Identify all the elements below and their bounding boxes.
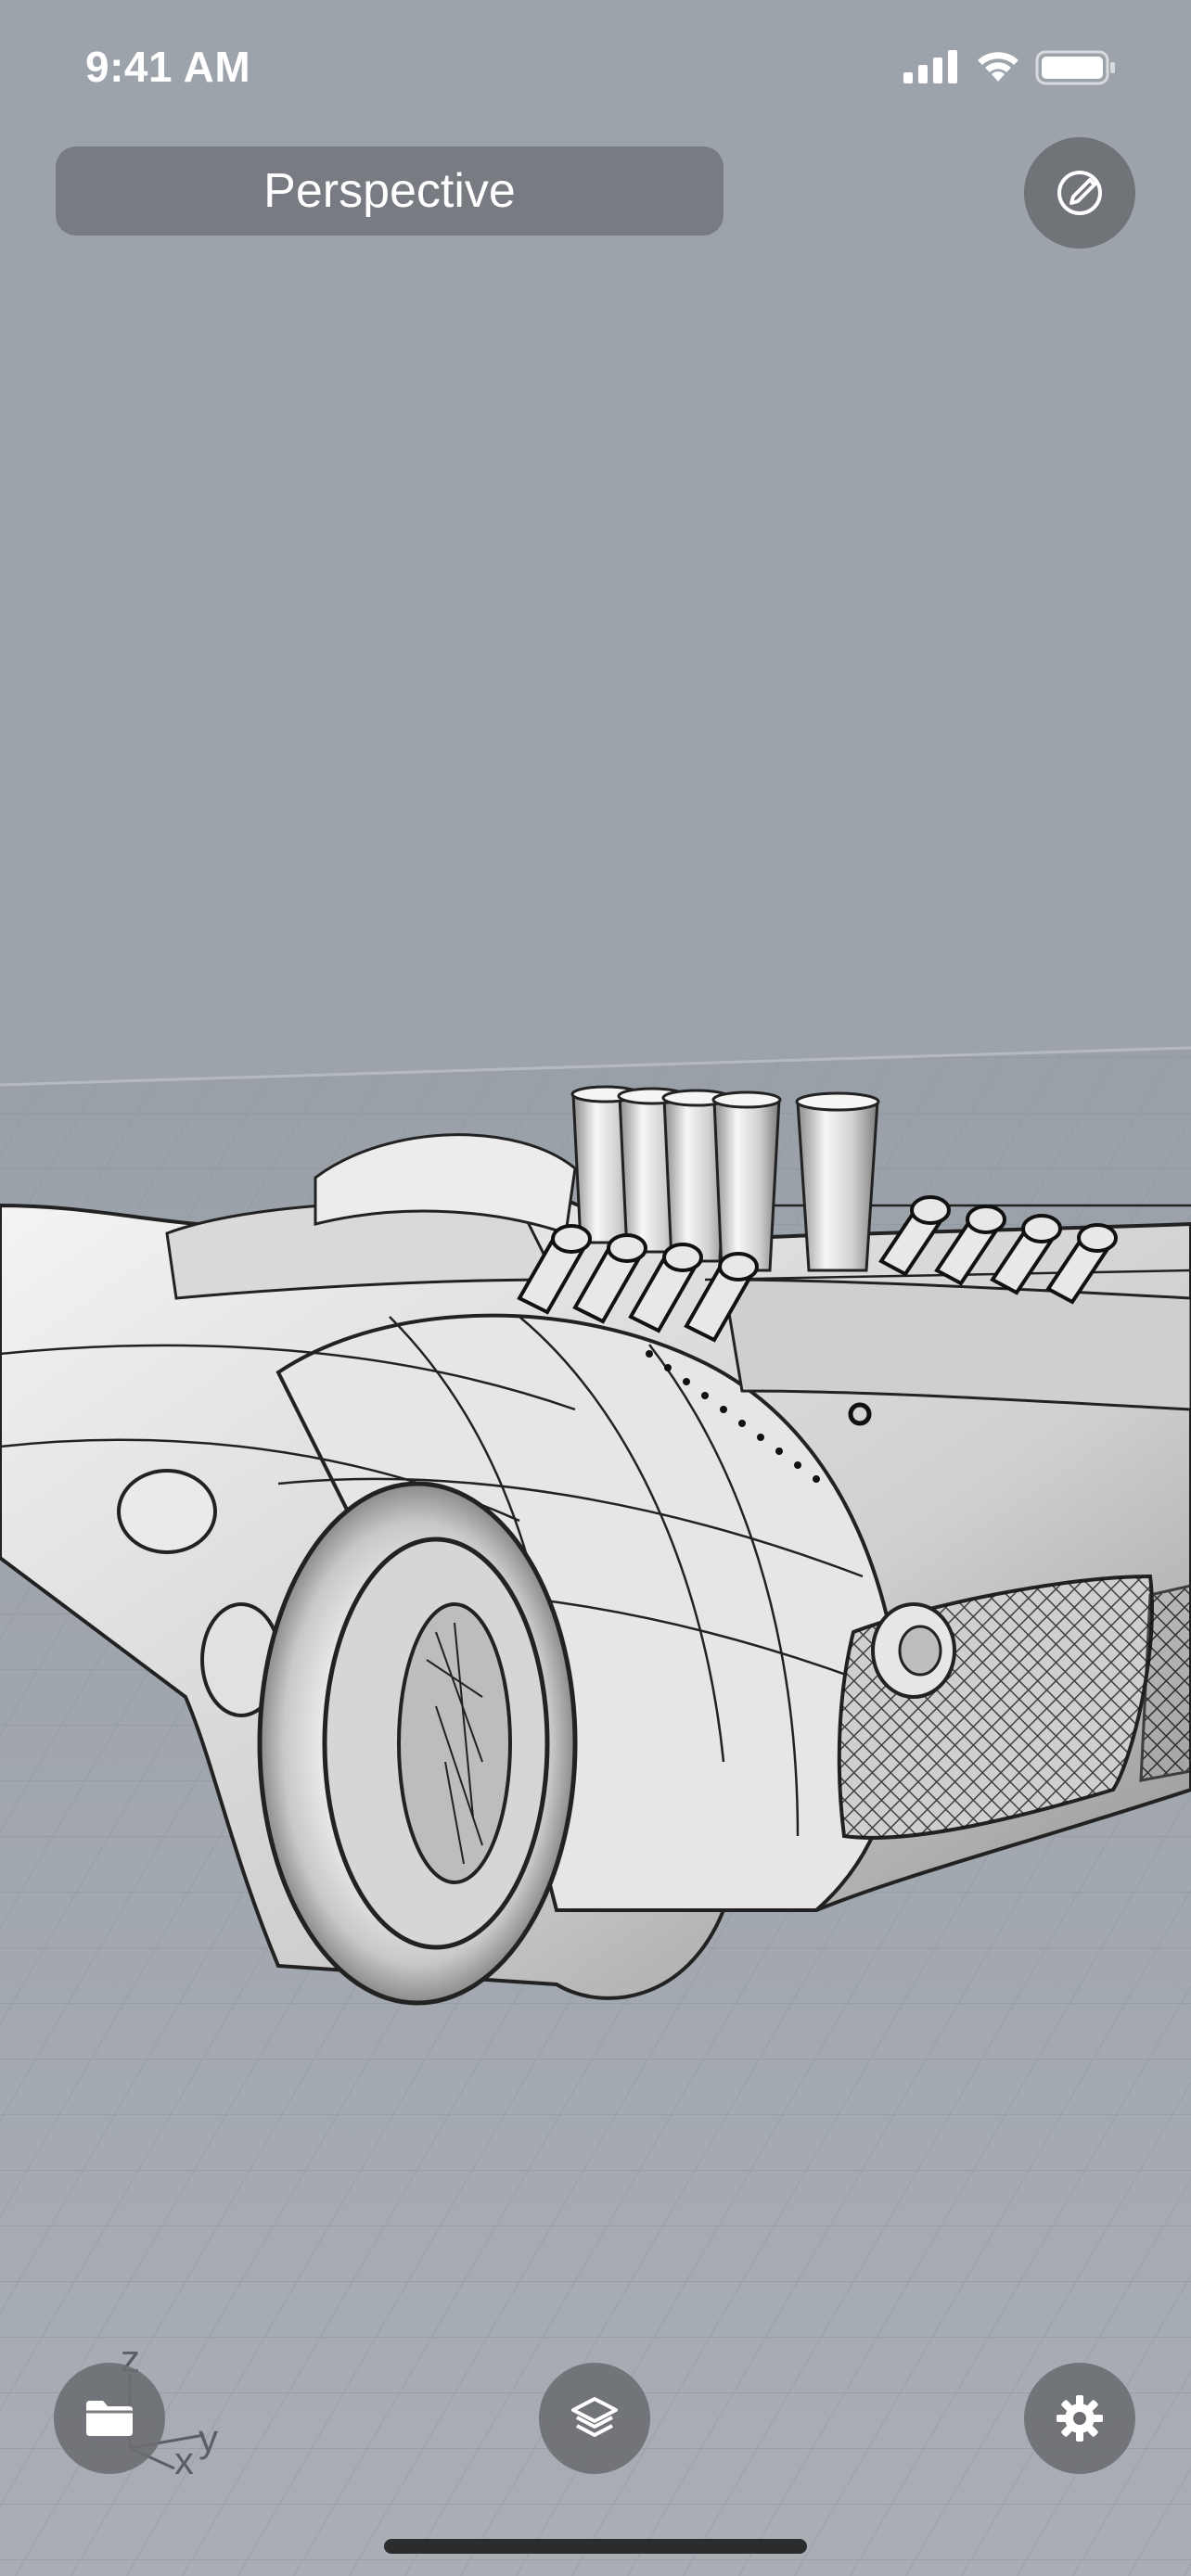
edit-button[interactable] <box>1024 137 1135 249</box>
battery-icon <box>1035 50 1115 85</box>
home-indicator[interactable] <box>384 2539 807 2554</box>
layers-icon <box>571 2397 618 2437</box>
files-button[interactable] <box>54 2363 165 2474</box>
gear-icon <box>1057 2395 1103 2442</box>
axis-label-x: x <box>174 2439 194 2482</box>
layers-button[interactable] <box>539 2363 650 2474</box>
car-model-render[interactable] <box>0 0 1191 2576</box>
viewport-title[interactable]: Perspective <box>56 147 724 236</box>
cellular-signal-icon <box>903 50 957 83</box>
status-time: 9:41 AM <box>85 43 251 91</box>
3d-viewport[interactable]: 9:41 AM Perspective z x y <box>0 0 1191 2576</box>
settings-button[interactable] <box>1024 2363 1135 2474</box>
axis-label-y: y <box>198 2417 218 2460</box>
wifi-icon <box>978 52 1018 82</box>
pen-edit-icon <box>1057 171 1102 215</box>
folder-icon <box>86 2401 133 2436</box>
